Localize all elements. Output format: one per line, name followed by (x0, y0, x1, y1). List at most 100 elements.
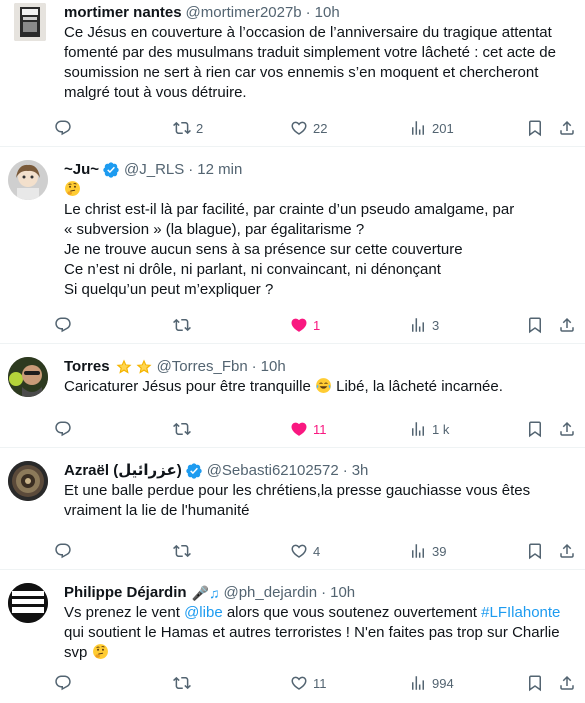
tweet-line: Ce n’est ni drôle, ni parlant, ni convai… (64, 261, 441, 278)
author-name[interactable]: mortimer nantes (64, 3, 182, 23)
like-button[interactable]: 1 (290, 315, 320, 335)
author-handle[interactable]: @Torres_Fbn (157, 357, 248, 377)
author-name[interactable]: Torres (64, 357, 110, 377)
tweet-text-part: Libé, la lâcheté incarnée. (331, 378, 503, 395)
hashtag-link[interactable]: #LFIlahonte (481, 604, 560, 621)
share-button[interactable] (558, 315, 576, 335)
views-button[interactable]: 1 k (409, 419, 449, 439)
mention-link[interactable]: @libe (184, 604, 223, 621)
timestamp[interactable]: 12 min (197, 160, 242, 180)
avatar[interactable] (8, 461, 48, 501)
tweet[interactable]: mortimer nantes @mortimer2027b · 10h Ce … (0, 0, 585, 147)
like-button[interactable]: 4 (290, 541, 320, 561)
action-bar: 1 3 (64, 315, 569, 335)
retweet-icon (173, 420, 191, 438)
author-handle[interactable]: @J_RLS (124, 160, 184, 180)
reply-button[interactable] (54, 118, 77, 138)
author-name[interactable]: Azraël (عزرائيل) (64, 461, 182, 481)
like-button[interactable]: 11 (290, 673, 327, 693)
like-button[interactable]: 22 (290, 118, 327, 138)
reply-button[interactable] (54, 673, 77, 693)
reply-button[interactable] (54, 541, 77, 561)
share-button[interactable] (558, 419, 576, 439)
retweet-icon (173, 316, 191, 334)
avatar[interactable] (8, 357, 48, 397)
tweet-text-part: Caricaturer Jésus pour être tranquille (64, 378, 315, 395)
timestamp[interactable]: 10h (261, 357, 286, 377)
reply-button[interactable] (54, 419, 77, 439)
share-icon (558, 420, 576, 438)
tweet[interactable]: Torres @Torres_Fbn · 10h Caricaturer Jés… (0, 344, 585, 448)
avatar[interactable] (8, 583, 48, 623)
author-name[interactable]: ~Ju~ (64, 160, 99, 180)
views-button[interactable]: 3 (409, 315, 439, 335)
dot-separator: · (321, 584, 327, 601)
views-button[interactable]: 201 (409, 118, 454, 138)
views-icon (409, 674, 427, 692)
bookmark-button[interactable] (526, 419, 544, 439)
avatar[interactable] (8, 160, 48, 200)
tweet-text: Vs prenez le vent @libe alors que vous s… (64, 603, 569, 663)
retweet-button[interactable] (173, 419, 196, 439)
bookmark-button[interactable] (526, 673, 544, 693)
tweet[interactable]: Azraël (عزرائيل) @Sebasti62102572 · 3h E… (0, 448, 585, 570)
timestamp[interactable]: 10h (315, 3, 340, 23)
retweet-button[interactable]: 2 (173, 118, 203, 138)
share-button[interactable] (558, 118, 576, 138)
laughing-tears-icon (315, 377, 332, 394)
like-count: 1 (313, 317, 321, 333)
timestamp[interactable]: 10h (330, 583, 355, 603)
retweet-button[interactable] (173, 315, 196, 335)
heart-filled-icon (290, 420, 308, 438)
like-count: 4 (313, 543, 321, 559)
views-icon (409, 420, 427, 438)
tweet-line: Caricaturer Jésus pour être tranquille L… (64, 377, 569, 397)
heart-filled-icon (290, 316, 308, 334)
bookmark-icon (526, 542, 544, 560)
tweet-line: vraiment la lie de l'humanité (64, 502, 250, 519)
verified-badge (185, 462, 203, 480)
tweet-line: Et une balle perdue pour les chrétiens,l… (64, 482, 531, 499)
timestamp[interactable]: 3h (352, 461, 369, 481)
avatar-image (8, 461, 48, 501)
views-count: 201 (432, 120, 454, 136)
share-icon (558, 316, 576, 334)
author-handle[interactable]: @mortimer2027b (186, 3, 302, 23)
avatar-image (8, 357, 48, 397)
share-button[interactable] (558, 673, 576, 693)
tweet-line: malgré tout à vous détruire. (64, 84, 247, 101)
like-button[interactable]: 11 (290, 419, 327, 439)
share-button[interactable] (558, 541, 576, 561)
dot-separator: · (342, 462, 348, 479)
reply-icon (54, 316, 72, 334)
heart-icon (290, 674, 308, 692)
tweet-text: Et une balle perdue pour les chrétiens,l… (64, 481, 569, 521)
author-handle[interactable]: @Sebasti62102572 (207, 461, 339, 481)
bookmark-icon (526, 316, 544, 334)
bookmark-button[interactable] (526, 118, 544, 138)
retweet-button[interactable] (173, 673, 196, 693)
star-icon (135, 358, 153, 376)
bookmark-button[interactable] (526, 315, 544, 335)
views-button[interactable]: 994 (409, 673, 454, 693)
like-count: 11 (313, 675, 327, 691)
views-button[interactable]: 39 (409, 541, 446, 561)
share-icon (558, 542, 576, 560)
reply-icon (54, 119, 72, 137)
avatar[interactable] (14, 3, 46, 41)
author-name[interactable]: Philippe Déjardin (64, 583, 187, 603)
views-count: 994 (432, 675, 454, 691)
star-emoji (115, 358, 133, 376)
share-icon (558, 674, 576, 692)
reply-button[interactable] (54, 315, 77, 335)
bookmark-icon (526, 420, 544, 438)
tweet-line: svp (64, 643, 569, 663)
bookmark-button[interactable] (526, 541, 544, 561)
tweet-text: Le christ est-il là par facilité, par cr… (64, 180, 569, 300)
tweet[interactable]: Philippe Déjardin 🎤♫ @ph_dejardin · 10h … (0, 570, 585, 703)
views-count: 1 k (432, 421, 450, 437)
action-bar: 4 39 (64, 541, 569, 561)
author-handle[interactable]: @ph_dejardin (223, 583, 317, 603)
tweet[interactable]: ~Ju~ @J_RLS · 12 min Le christ est-il là… (0, 147, 585, 344)
retweet-button[interactable] (173, 541, 196, 561)
